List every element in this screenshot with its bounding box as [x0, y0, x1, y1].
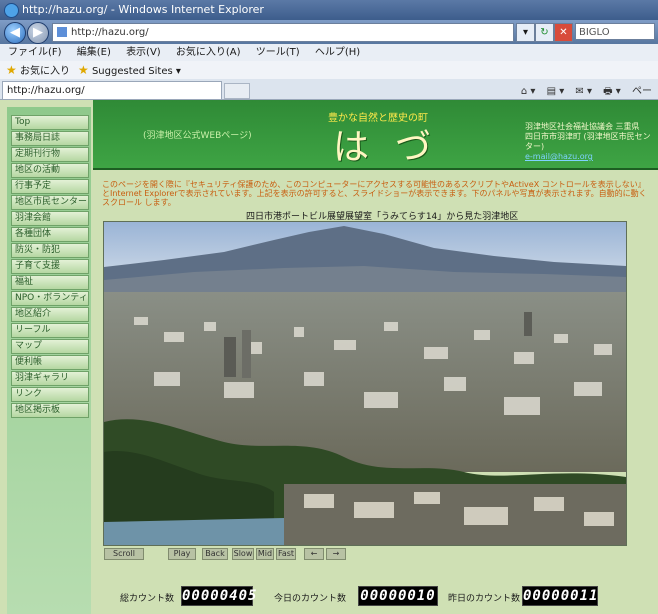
- menu-view[interactable]: 表示(V): [126, 47, 161, 58]
- yesterday-count-label: 昨日のカウント数: [448, 594, 521, 604]
- refresh-button[interactable]: ↻: [535, 23, 554, 42]
- slideshow-photo: [103, 221, 627, 546]
- sidebar-item-top[interactable]: Top: [11, 115, 89, 130]
- favorites-button[interactable]: ★ お気に入り: [6, 61, 70, 81]
- sidebar-item-handbook[interactable]: 便利帳: [11, 355, 89, 370]
- sidebar-item-map[interactable]: マップ: [11, 339, 89, 354]
- stop-button[interactable]: ✕: [554, 23, 573, 42]
- navigation-bar: ◀ ▶ http://hazu.org/ ▾ ↻ ✕ BIGLO: [0, 20, 658, 44]
- tab-title: http://hazu.org/: [7, 85, 85, 96]
- access-counters: 総カウント数 00000405 今日のカウント数 00000010 昨日のカウン…: [0, 586, 658, 608]
- sidebar-item-safety[interactable]: 防災・防犯: [11, 243, 89, 258]
- sidebar-item-hall[interactable]: 羽津会館: [11, 211, 89, 226]
- sidebar-item-periodicals[interactable]: 定期刊行物: [11, 147, 89, 162]
- suggested-sites-label: Suggested Sites ▾: [91, 66, 181, 77]
- menu-edit[interactable]: 編集(E): [77, 47, 111, 58]
- yesterday-count-value: 00000011: [522, 586, 599, 606]
- suggested-sites-button[interactable]: ★ Suggested Sites ▾: [78, 61, 181, 81]
- play-button[interactable]: Play: [168, 548, 196, 560]
- address-field[interactable]: http://hazu.org/: [52, 23, 514, 42]
- sidebar-nav: Top 事務局日誌 定期刊行物 地区の活動 行事予定 地区市民センター 羽津会館…: [7, 107, 91, 614]
- sidebar-item-office-diary[interactable]: 事務局日誌: [11, 131, 89, 146]
- window-title: http://hazu.org/ - Windows Internet Expl…: [22, 3, 264, 16]
- fast-button[interactable]: Fast: [276, 548, 296, 560]
- org-line-1: 羽津地区社会福祉協議会 三重県: [525, 122, 640, 131]
- menu-help[interactable]: ヘルプ(H): [315, 47, 360, 58]
- command-bar: ⌂ ▾ ▤ ▾ ✉ ▾ 🖶 ▾ ペー: [513, 82, 652, 101]
- site-logo: はづ: [333, 127, 458, 168]
- tab-active[interactable]: http://hazu.org/: [2, 81, 222, 99]
- favorites-label: お気に入り: [19, 66, 70, 77]
- page-menu-button[interactable]: ペー: [632, 86, 652, 97]
- org-line-2: 四日市市羽津町 (羽津地区市民センター): [525, 132, 651, 151]
- print-button[interactable]: 🖶 ▾: [603, 86, 621, 97]
- sidebar-item-civic-center[interactable]: 地区市民センター: [11, 195, 89, 210]
- sidebar-item-leaflet[interactable]: リーフル: [11, 323, 89, 338]
- back-slide-button[interactable]: Back: [202, 548, 228, 560]
- security-notice: このページを開く際に『セキュリティ保護のため、このコンピューターにアクセスする可…: [102, 180, 647, 207]
- sidebar-item-activities[interactable]: 地区の活動: [11, 163, 89, 178]
- today-count-label: 今日のカウント数: [274, 594, 347, 604]
- sidebar-item-links[interactable]: リンク: [11, 387, 89, 402]
- internet-explorer-icon: [4, 3, 19, 18]
- email-link[interactable]: e-mail@hazu.org: [525, 152, 658, 162]
- sidebar-item-introduction[interactable]: 地区紹介: [11, 307, 89, 322]
- address-text: http://hazu.org/: [71, 27, 149, 38]
- sidebar-item-npo[interactable]: NPO・ボランティア: [11, 291, 89, 306]
- feeds-button[interactable]: ▤ ▾: [547, 86, 565, 97]
- sidebar-item-schedule[interactable]: 行事予定: [11, 179, 89, 194]
- today-count-value: 00000010: [358, 586, 438, 606]
- back-button[interactable]: ◀: [4, 22, 26, 44]
- total-count-label: 総カウント数: [120, 594, 175, 604]
- star-icon: ★: [78, 63, 89, 77]
- favorites-bar: ★ お気に入り ★ Suggested Sites ▾: [0, 61, 658, 80]
- sidebar-item-bulletin-board[interactable]: 地区掲示板: [11, 403, 89, 418]
- sidebar-item-gallery[interactable]: 羽津ギャラリ: [11, 371, 89, 386]
- sidebar-item-groups[interactable]: 各種団体: [11, 227, 89, 242]
- site-contact: 羽津地区社会福祉協議会 三重県 四日市市羽津町 (羽津地区市民センター) e-m…: [525, 122, 658, 162]
- site-subtitle: (羽津地区公式WEBページ): [143, 131, 252, 141]
- sidebar-item-welfare[interactable]: 福祉: [11, 275, 89, 290]
- mid-button[interactable]: Mid: [256, 548, 274, 560]
- tab-bar: http://hazu.org/ ⌂ ▾ ▤ ▾ ✉ ▾ 🖶 ▾ ペー: [0, 79, 658, 100]
- forward-button[interactable]: ▶: [27, 22, 49, 44]
- page-content: Top 事務局日誌 定期刊行物 地区の活動 行事予定 地区市民センター 羽津会館…: [0, 100, 658, 614]
- menu-bar: ファイル(F) 編集(E) 表示(V) お気に入り(A) ツール(T) ヘルプ(…: [0, 44, 658, 62]
- scroll-button[interactable]: Scroll: [104, 548, 144, 560]
- search-input[interactable]: BIGLO: [575, 23, 655, 40]
- home-button[interactable]: ⌂ ▾: [521, 86, 536, 97]
- menu-file[interactable]: ファイル(F): [8, 47, 62, 58]
- prev-slide-button[interactable]: ←: [304, 548, 324, 560]
- total-count-value: 00000405: [181, 586, 258, 606]
- mail-button[interactable]: ✉ ▾: [575, 86, 592, 97]
- sidebar-item-childcare[interactable]: 子育て支援: [11, 259, 89, 274]
- page-icon: [57, 27, 67, 37]
- slow-button[interactable]: Slow: [232, 548, 254, 560]
- window-titlebar: http://hazu.org/ - Windows Internet Expl…: [0, 0, 658, 20]
- next-slide-button[interactable]: →: [326, 548, 346, 560]
- menu-favorites[interactable]: お気に入り(A): [176, 47, 241, 58]
- address-dropdown-button[interactable]: ▾: [516, 23, 535, 42]
- star-icon: ★: [6, 63, 17, 77]
- new-tab-button[interactable]: [224, 83, 250, 99]
- site-banner: 豊かな自然と歴史の町 (羽津地区公式WEBページ) はづ 羽津地区社会福祉協議会…: [93, 100, 658, 170]
- menu-tools[interactable]: ツール(T): [256, 47, 300, 58]
